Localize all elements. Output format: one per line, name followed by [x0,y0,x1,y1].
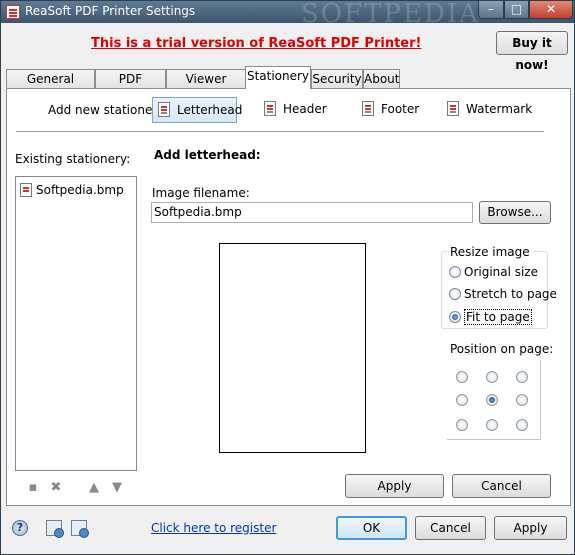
trial-notice-link[interactable]: This is a trial version of ReaSoft PDF P… [91,36,421,51]
minimize-button[interactable]: – [478,1,504,19]
footer-label: Footer [381,102,420,116]
watermark-button[interactable]: Watermark [442,97,532,123]
fit-to-page-label: Fit to page [464,309,532,325]
buy-now-button[interactable]: Buy it now! [496,31,568,72]
position-middle-center-radio[interactable] [486,394,498,406]
printer-properties-icon[interactable] [71,520,89,538]
letterhead-button[interactable]: Letterhead [152,97,242,123]
title-bar[interactable]: ReaSoft PDF Printer Settings SOFTPEDIA –… [1,0,574,29]
fit-to-page-radio[interactable]: Fit to page [448,308,532,326]
tab-about[interactable]: About [363,69,400,89]
header-label: Header [283,102,327,116]
stationery-cancel-button[interactable]: Cancel [452,474,551,498]
image-filename-label: Image filename: [152,186,250,200]
list-item-label: Softpedia.bmp [36,183,124,197]
bmp-file-icon [20,183,32,197]
footer-icon [362,101,374,116]
image-filename-input[interactable]: Softpedia.bmp [151,202,473,223]
position-bottom-right-radio[interactable] [516,419,528,431]
resize-image-title: Resize image [447,245,533,259]
move-up-icon[interactable]: ▲ [87,481,101,495]
original-size-radio[interactable]: Original size [448,263,538,281]
radio-button-selected[interactable] [449,311,461,323]
stationery-apply-button[interactable]: Apply [345,474,444,498]
watermark-text: SOFTPEDIA [301,0,480,29]
add-new-stationery-label: Add new stationery: [48,103,168,117]
maximize-button[interactable]: □ [504,1,529,19]
radio-button[interactable] [449,288,461,300]
tab-general-settings[interactable]: General settings [6,69,95,104]
help-icon[interactable]: ? [12,520,28,536]
window-title: ReaSoft PDF Printer Settings [25,4,196,18]
position-middle-right-radio[interactable] [516,394,528,406]
form-heading: Add letterhead: [154,148,261,162]
original-size-label: Original size [464,265,539,279]
position-grid [447,360,541,440]
letterhead-label: Letterhead [177,103,243,117]
footer-button[interactable]: Footer [357,97,421,123]
divider [16,131,544,132]
radio-button[interactable] [449,266,461,278]
existing-stationery-list[interactable]: Softpedia.bmp [15,176,137,471]
list-item[interactable]: Softpedia.bmp [20,182,124,198]
position-top-left-radio[interactable] [456,371,468,383]
position-on-page-label: Position on page: [450,342,554,356]
stretch-to-page-radio[interactable]: Stretch to page [448,285,557,303]
edit-icon[interactable]: ▪ [26,481,40,495]
tab-pdf-options[interactable]: PDF options [95,69,166,104]
watermark-label: Watermark [466,102,533,116]
tab-viewer-options[interactable]: Viewer options [166,69,246,104]
tab-stationery[interactable]: Stationery [245,66,311,89]
watermark-icon [447,101,459,116]
header-button[interactable]: Header [259,97,329,123]
stretch-to-page-label: Stretch to page [464,287,557,301]
header-icon [264,101,276,116]
position-bottom-left-radio[interactable] [456,419,468,431]
close-button[interactable]: ✕ [529,1,573,19]
print-settings-icon[interactable] [46,520,64,538]
existing-stationery-label: Existing stationery: [15,152,131,166]
letterhead-icon [158,102,170,117]
settings-window: ReaSoft PDF Printer Settings SOFTPEDIA –… [0,0,575,555]
ok-button[interactable]: OK [336,516,407,540]
cancel-button[interactable]: Cancel [415,516,486,540]
delete-icon[interactable]: ✖ [49,481,63,495]
position-top-right-radio[interactable] [516,371,528,383]
position-top-center-radio[interactable] [486,371,498,383]
page-preview [219,243,366,453]
register-link[interactable]: Click here to register [151,521,276,535]
app-icon [6,5,20,19]
apply-button[interactable]: Apply [494,516,567,540]
position-middle-left-radio[interactable] [456,394,468,406]
position-bottom-center-radio[interactable] [486,419,498,431]
move-down-icon[interactable]: ▼ [110,481,124,495]
browse-button[interactable]: Browse... [479,201,551,224]
tab-security[interactable]: Security [311,69,363,89]
